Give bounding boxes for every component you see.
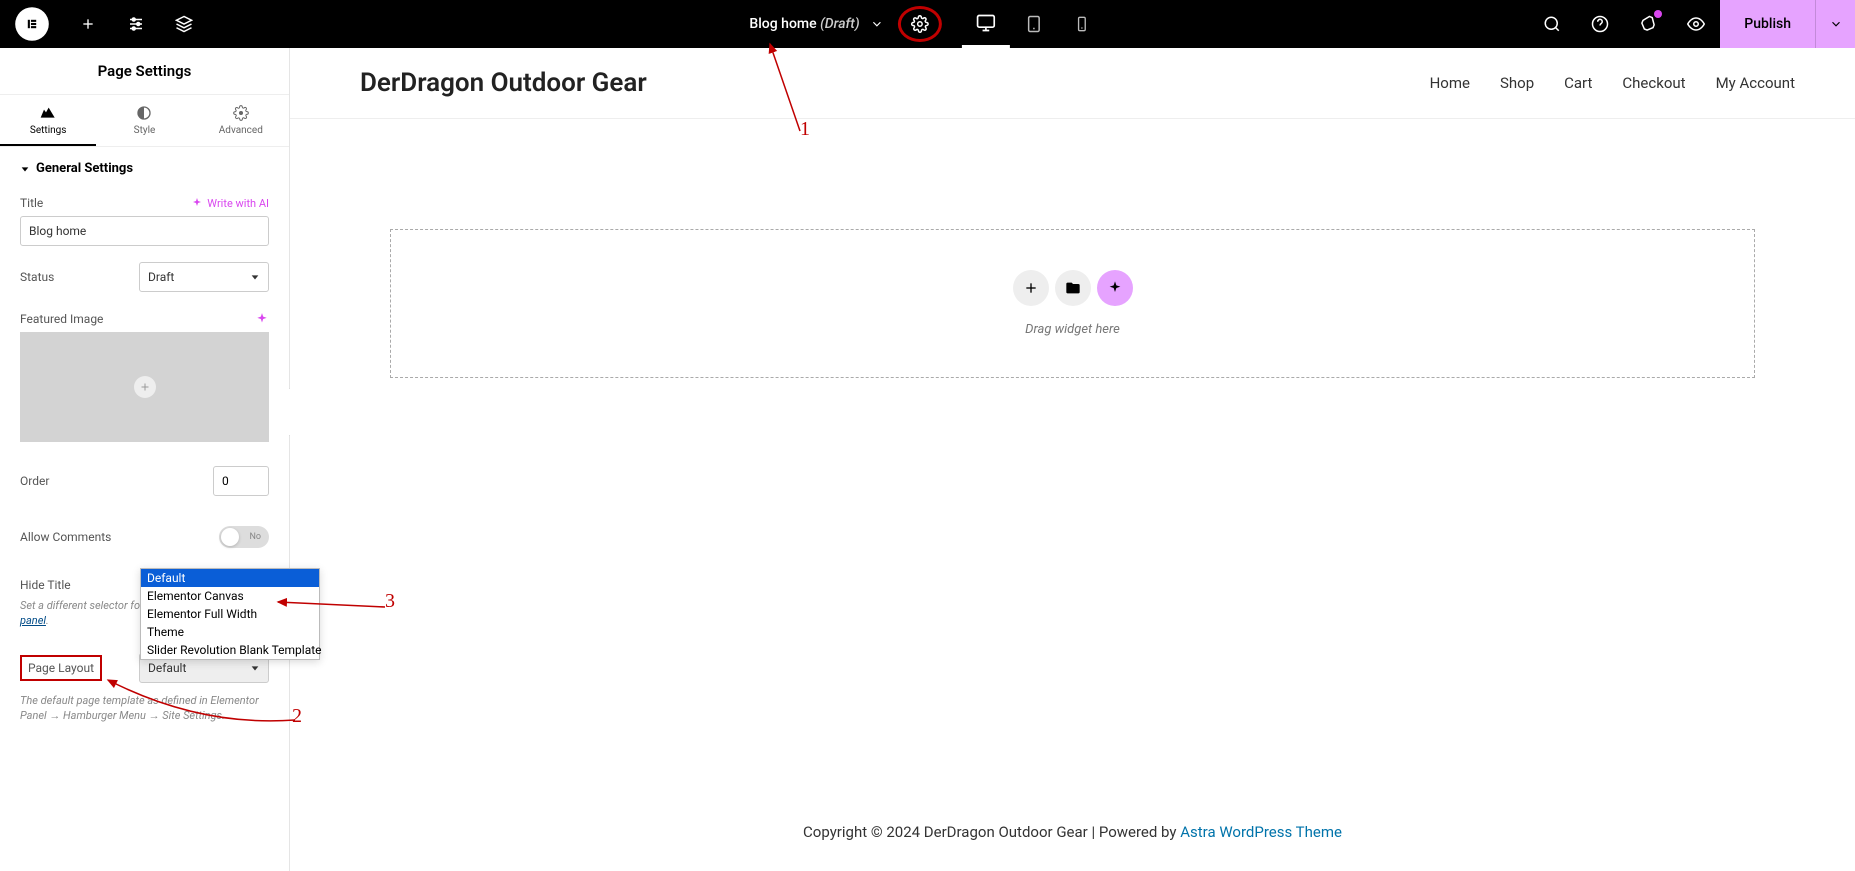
- layout-option-canvas[interactable]: Elementor Canvas: [141, 587, 319, 605]
- template-library-button[interactable]: [1055, 270, 1091, 306]
- add-element-button[interactable]: [64, 0, 112, 48]
- annotation-3: 3: [385, 590, 395, 613]
- hide-title-help-link[interactable]: panel: [20, 614, 46, 627]
- caret-down-icon: [20, 164, 30, 174]
- tab-settings[interactable]: Settings: [0, 95, 96, 146]
- nav-cart[interactable]: Cart: [1564, 74, 1592, 92]
- layout-option-default[interactable]: Default: [141, 569, 319, 587]
- site-title[interactable]: DerDragon Outdoor Gear: [360, 68, 647, 98]
- device-mobile-button[interactable]: [1058, 0, 1106, 48]
- site-settings-button[interactable]: [112, 0, 160, 48]
- site-nav: Home Shop Cart Checkout My Account: [1430, 74, 1795, 92]
- preview-canvas: DerDragon Outdoor Gear Home Shop Cart Ch…: [290, 48, 1855, 871]
- page-layout-dropdown: Default Elementor Canvas Elementor Full …: [140, 568, 320, 660]
- device-tablet-button[interactable]: [1010, 0, 1058, 48]
- drop-hint: Drag widget here: [431, 322, 1714, 337]
- layout-option-theme[interactable]: Theme: [141, 623, 319, 641]
- layout-option-slider[interactable]: Slider Revolution Blank Template: [141, 641, 319, 659]
- site-header: DerDragon Outdoor Gear Home Shop Cart Ch…: [290, 48, 1855, 119]
- notifications-button[interactable]: [1624, 0, 1672, 48]
- structure-button[interactable]: [160, 0, 208, 48]
- tab-style[interactable]: Style: [96, 95, 192, 146]
- featured-image-picker[interactable]: [20, 332, 269, 442]
- status-label: Status: [20, 270, 54, 284]
- page-layout-help: The default page template as defined in …: [20, 693, 269, 724]
- nav-shop[interactable]: Shop: [1500, 74, 1534, 92]
- annotation-2: 2: [292, 705, 302, 728]
- featured-image-label: Featured Image: [20, 312, 103, 326]
- nav-home[interactable]: Home: [1430, 74, 1470, 92]
- title-label: Title: [20, 196, 43, 210]
- page-title: Blog home (Draft): [749, 16, 859, 32]
- preview-button[interactable]: [1672, 0, 1720, 48]
- annotation-1: 1: [800, 118, 810, 141]
- status-select[interactable]: Draft: [139, 262, 269, 292]
- write-with-ai-button[interactable]: Write with AI: [191, 197, 269, 210]
- device-desktop-button[interactable]: [962, 0, 1010, 48]
- publish-button[interactable]: Publish: [1720, 0, 1815, 48]
- title-input[interactable]: [20, 216, 269, 246]
- page-layout-label: Page Layout: [20, 655, 102, 681]
- drop-zone[interactable]: Drag widget here: [390, 229, 1755, 378]
- plus-icon: [134, 376, 156, 398]
- tab-advanced[interactable]: Advanced: [193, 95, 289, 146]
- nav-checkout[interactable]: Checkout: [1622, 74, 1685, 92]
- layout-option-fullwidth[interactable]: Elementor Full Width: [141, 605, 319, 623]
- publish-options-button[interactable]: [1815, 0, 1855, 48]
- hide-title-label: Hide Title: [20, 578, 71, 592]
- panel-title: Page Settings: [0, 48, 289, 95]
- add-section-button[interactable]: [1013, 270, 1049, 306]
- footer-theme-link[interactable]: Astra WordPress Theme: [1180, 823, 1342, 841]
- allow-comments-label: Allow Comments: [20, 530, 111, 544]
- elementor-logo[interactable]: [15, 7, 49, 41]
- help-button[interactable]: [1576, 0, 1624, 48]
- order-label: Order: [20, 474, 49, 488]
- allow-comments-toggle[interactable]: No: [219, 526, 269, 548]
- site-footer: Copyright © 2024 DerDragon Outdoor Gear …: [290, 823, 1855, 841]
- nav-account[interactable]: My Account: [1716, 74, 1795, 92]
- ai-button[interactable]: [1097, 270, 1133, 306]
- settings-sidebar: Page Settings Settings Style Advanced Ge…: [0, 48, 290, 871]
- section-general-settings[interactable]: General Settings: [20, 147, 269, 186]
- finder-search-button[interactable]: [1528, 0, 1576, 48]
- ai-sparkle-icon[interactable]: [255, 312, 269, 326]
- chevron-down-icon[interactable]: [870, 17, 884, 31]
- topbar: Blog home (Draft): [0, 0, 1855, 48]
- page-settings-button[interactable]: [898, 6, 942, 42]
- order-input[interactable]: [213, 466, 269, 496]
